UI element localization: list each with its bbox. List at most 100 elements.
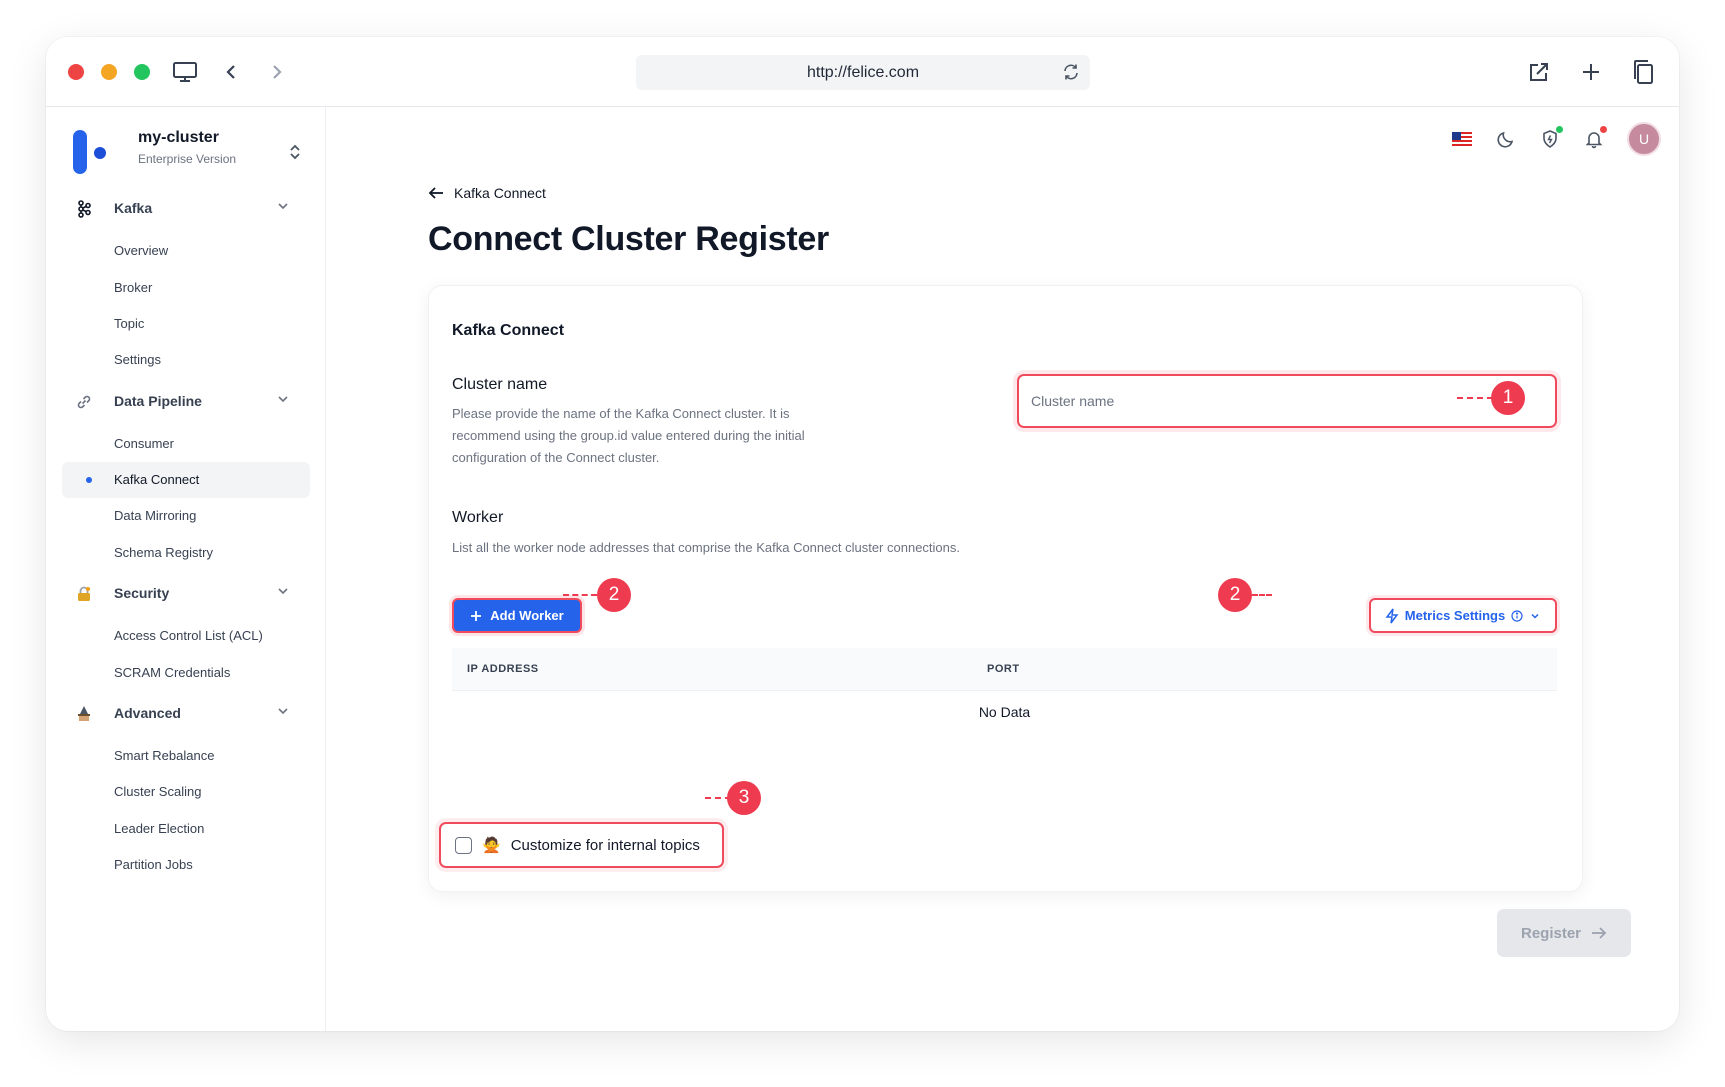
- reload-icon[interactable]: [1062, 63, 1080, 86]
- nav-group-security[interactable]: Security: [46, 578, 326, 608]
- customize-internal-topics-label: Customize for internal topics: [510, 836, 700, 854]
- card-title: Kafka Connect: [452, 322, 565, 339]
- nav-group-kafka[interactable]: Kafka: [46, 193, 326, 223]
- sidebar-item-kafka-connect[interactable]: Kafka Connect: [62, 462, 310, 498]
- sidebar-item-label: Partition Jobs: [114, 857, 193, 872]
- chevron-down-icon[interactable]: [276, 392, 290, 411]
- back-arrow-icon[interactable]: [216, 57, 246, 87]
- sidebar-item-label: Data Mirroring: [114, 508, 197, 523]
- add-worker-button[interactable]: Add Worker: [452, 598, 582, 633]
- arrow-right-icon: [1592, 927, 1607, 939]
- sidebar-item-label: Leader Election: [114, 821, 205, 836]
- us-flag-icon[interactable]: [1451, 128, 1473, 150]
- sidebar-item-topic[interactable]: Topic: [62, 306, 310, 342]
- sidebar: my-cluster Enterprise Version Kafka Over…: [46, 107, 326, 1031]
- sidebar-item-label: Consumer: [114, 436, 174, 451]
- callout-connector: [1457, 397, 1493, 399]
- sidebar-item-label: Kafka Connect: [114, 472, 200, 487]
- chevron-down-icon: [1531, 613, 1539, 619]
- open-external-icon[interactable]: [1524, 57, 1554, 87]
- callout-marker-3: 3: [727, 781, 761, 815]
- nav-group-label: Security: [114, 585, 170, 601]
- metrics-settings-label: Metrics Settings: [1404, 608, 1506, 623]
- sidebar-item-partition-jobs[interactable]: Partition Jobs: [62, 847, 310, 883]
- copy-tabs-icon[interactable]: [1628, 57, 1658, 87]
- sidebar-item-acl[interactable]: Access Control List (ACL): [62, 618, 310, 654]
- cluster-name-field[interactable]: [1017, 374, 1557, 428]
- bell-icon[interactable]: [1583, 126, 1607, 150]
- sidebar-item-cluster-scaling[interactable]: Cluster Scaling: [62, 774, 310, 810]
- sidebar-item-label: Overview: [114, 243, 169, 258]
- sidebar-item-label: Schema Registry: [114, 545, 213, 560]
- back-link-label: Kafka Connect: [454, 185, 546, 201]
- wizard-icon: [74, 704, 94, 724]
- avatar[interactable]: U: [1627, 122, 1661, 156]
- callout-marker-2: 2: [1218, 578, 1252, 612]
- chevron-down-icon[interactable]: [276, 704, 290, 723]
- link-icon: [74, 392, 94, 412]
- sidebar-item-schema-registry[interactable]: Schema Registry: [62, 535, 310, 571]
- empty-table-text: No Data: [978, 704, 1031, 720]
- register-label: Register: [1520, 924, 1582, 942]
- person-gesture-icon: 🙅: [482, 837, 501, 854]
- shield-icon[interactable]: [1539, 126, 1563, 150]
- address-bar[interactable]: http://felice.com: [636, 55, 1090, 90]
- cluster-name-input[interactable]: [1031, 393, 1555, 409]
- register-button[interactable]: Register: [1497, 909, 1631, 957]
- info-icon: [1511, 609, 1523, 622]
- lock-icon: [74, 584, 94, 604]
- sidebar-item-label: Settings: [114, 352, 161, 367]
- sidebar-item-broker[interactable]: Broker: [62, 270, 310, 306]
- sidebar-item-leader-election[interactable]: Leader Election: [62, 811, 310, 847]
- sidebar-item-consumer[interactable]: Consumer: [62, 426, 310, 462]
- sidebar-item-smart-rebalance[interactable]: Smart Rebalance: [62, 738, 310, 774]
- sidebar-item-scram-credentials[interactable]: SCRAM Credentials: [62, 655, 310, 691]
- close-window-button[interactable]: [68, 64, 84, 80]
- notification-badge: [1600, 126, 1607, 133]
- browser-window: http://felice.com my-cluster Enterprise …: [46, 37, 1679, 1031]
- callout-marker-2: 2: [597, 578, 631, 612]
- maximize-window-button[interactable]: [134, 64, 150, 80]
- forward-arrow-icon[interactable]: [262, 57, 292, 87]
- customize-internal-topics-option[interactable]: 🙅 Customize for internal topics: [439, 822, 724, 868]
- back-link[interactable]: Kafka Connect: [428, 185, 546, 201]
- lightning-icon: [1385, 608, 1399, 623]
- status-badge: [1556, 126, 1563, 133]
- header-actions: U: [1451, 121, 1661, 157]
- sidebar-item-settings[interactable]: Settings: [62, 342, 310, 378]
- main-content: U Kafka Connect Connect Cluster Register…: [327, 107, 1679, 1031]
- nav-group-data-pipeline[interactable]: Data Pipeline: [46, 386, 326, 416]
- nav-group-label: Kafka: [114, 200, 153, 216]
- cluster-name-description: Please provide the name of the Kafka Con…: [452, 406, 805, 465]
- column-header-ip-address: IP ADDRESS: [467, 663, 539, 675]
- metrics-settings-button[interactable]: Metrics Settings: [1369, 598, 1557, 633]
- plus-icon: [471, 610, 482, 621]
- page-title: Connect Cluster Register: [428, 220, 829, 258]
- new-tab-icon[interactable]: [1576, 57, 1606, 87]
- sidebar-item-data-mirroring[interactable]: Data Mirroring: [62, 498, 310, 534]
- sidebar-item-label: Broker: [114, 280, 153, 295]
- chevron-down-icon[interactable]: [276, 199, 290, 218]
- cluster-name-label: Cluster name: [452, 376, 548, 393]
- nav-group-advanced[interactable]: Advanced: [46, 698, 326, 728]
- sidebar-item-label: Topic: [114, 316, 145, 331]
- active-bullet-icon: [86, 477, 92, 483]
- monitor-icon[interactable]: [170, 57, 200, 87]
- moon-icon[interactable]: [1495, 128, 1517, 150]
- minimize-window-button[interactable]: [101, 64, 117, 80]
- callout-connector: [563, 594, 597, 596]
- sidebar-item-overview[interactable]: Overview: [62, 233, 310, 269]
- browser-toolbar: http://felice.com: [46, 37, 1679, 107]
- chevron-down-icon[interactable]: [276, 584, 290, 603]
- add-worker-label: Add Worker: [490, 608, 564, 623]
- sidebar-item-label: Access Control List (ACL): [114, 628, 263, 643]
- chevron-up-down-icon[interactable]: [288, 143, 302, 166]
- customize-internal-topics-checkbox[interactable]: [455, 836, 472, 854]
- sidebar-item-label: SCRAM Credentials: [114, 665, 231, 680]
- kafka-icon: [74, 199, 94, 219]
- app-logo-icon: [73, 130, 106, 174]
- nav-group-label: Advanced: [114, 705, 181, 721]
- workers-table-header: IP ADDRESS PORT: [452, 648, 1557, 691]
- url-text: http://felice.com: [806, 63, 920, 81]
- worker-description: List all the worker node addresses that …: [452, 540, 960, 555]
